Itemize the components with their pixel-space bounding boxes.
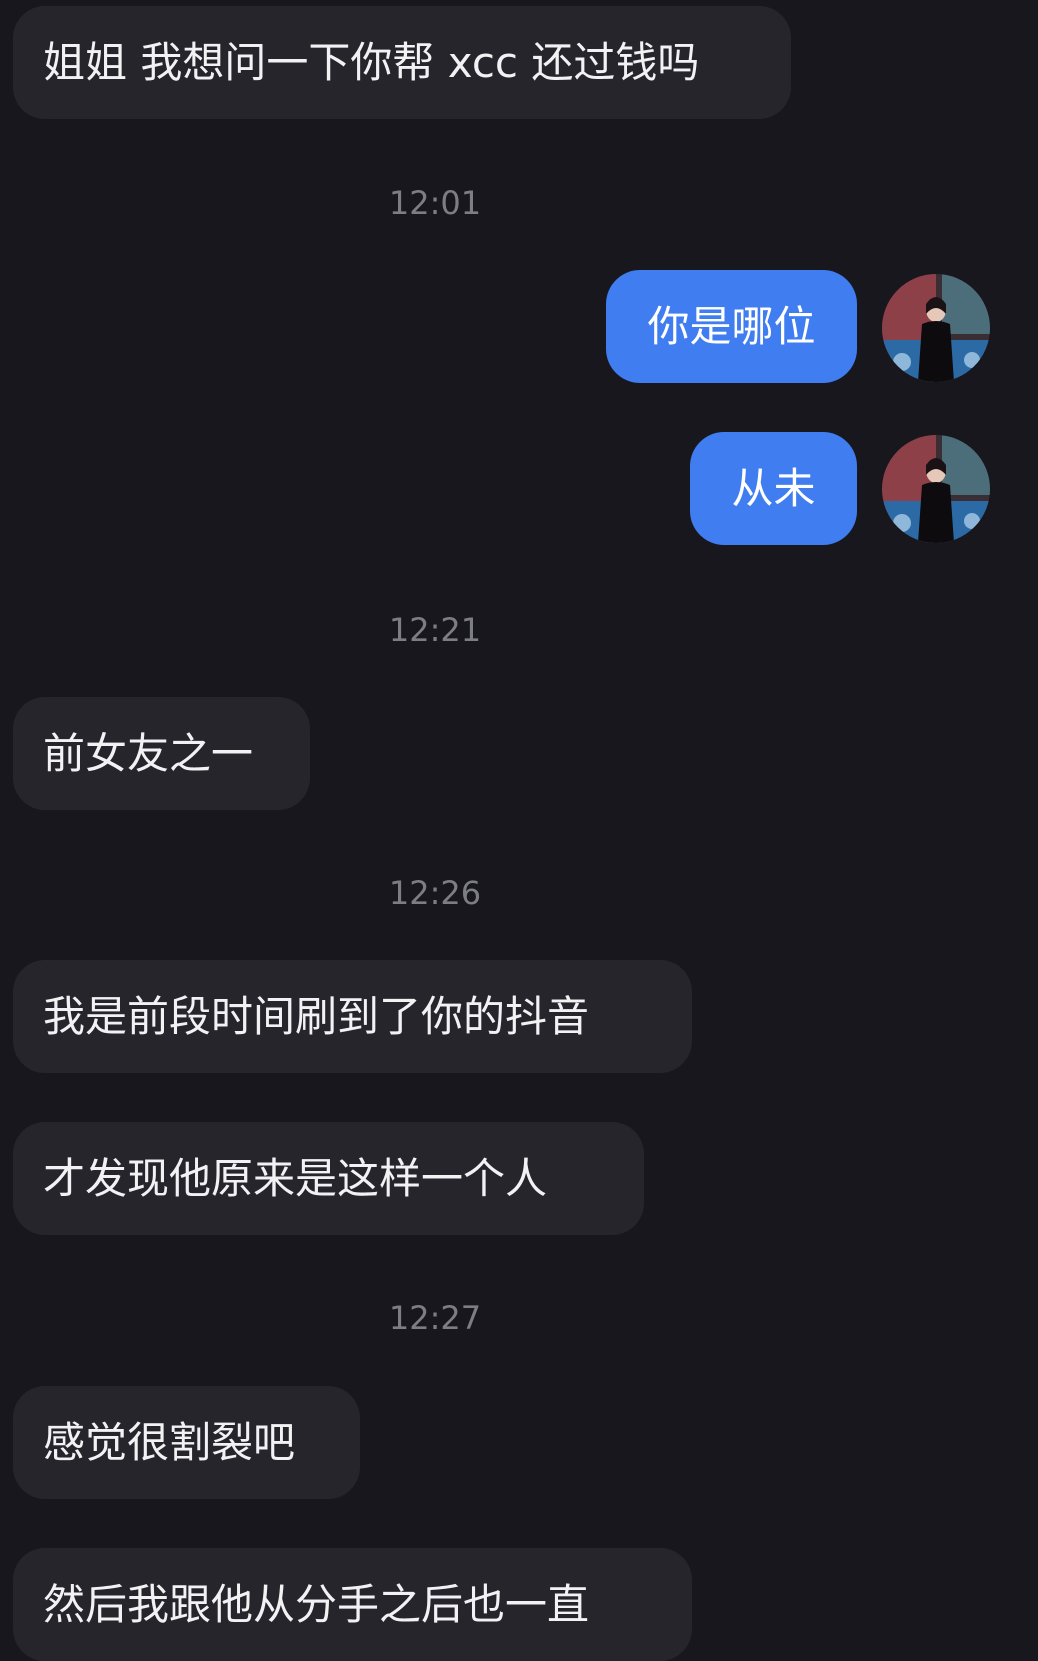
message-text: 前女友之一: [43, 728, 254, 778]
timestamp: 12:21: [388, 611, 482, 649]
message-text: 我是前段时间刷到了你的抖音: [43, 991, 590, 1041]
message-text: 姐姐 我想问一下你帮 xcc 还过钱吗: [43, 37, 700, 87]
timestamp: 12:01: [388, 184, 482, 222]
timestamp: 12:26: [388, 874, 482, 912]
avatar-photo-icon: [882, 435, 990, 543]
message-text: 然后我跟他从分手之后也一直: [43, 1579, 590, 1629]
message-text: 你是哪位: [647, 301, 816, 351]
user-avatar[interactable]: [882, 435, 990, 543]
incoming-message-bubble[interactable]: 然后我跟他从分手之后也一直: [13, 1548, 692, 1661]
incoming-message-bubble[interactable]: 前女友之一: [13, 697, 310, 810]
message-text: 感觉很割裂吧: [43, 1417, 296, 1467]
incoming-message-bubble[interactable]: 感觉很割裂吧: [13, 1386, 360, 1499]
outgoing-message-bubble[interactable]: 从未: [690, 432, 857, 545]
message-text: 才发现他原来是这样一个人: [43, 1153, 548, 1203]
incoming-message-bubble[interactable]: 我是前段时间刷到了你的抖音: [13, 960, 692, 1073]
timestamp: 12:27: [388, 1299, 482, 1337]
outgoing-message-bubble[interactable]: 你是哪位: [606, 270, 857, 383]
message-text: 从未: [731, 463, 816, 513]
avatar-photo-icon: [882, 274, 990, 382]
incoming-message-bubble[interactable]: 才发现他原来是这样一个人: [13, 1122, 644, 1235]
incoming-message-bubble[interactable]: 姐姐 我想问一下你帮 xcc 还过钱吗: [13, 6, 791, 119]
user-avatar[interactable]: [882, 274, 990, 382]
